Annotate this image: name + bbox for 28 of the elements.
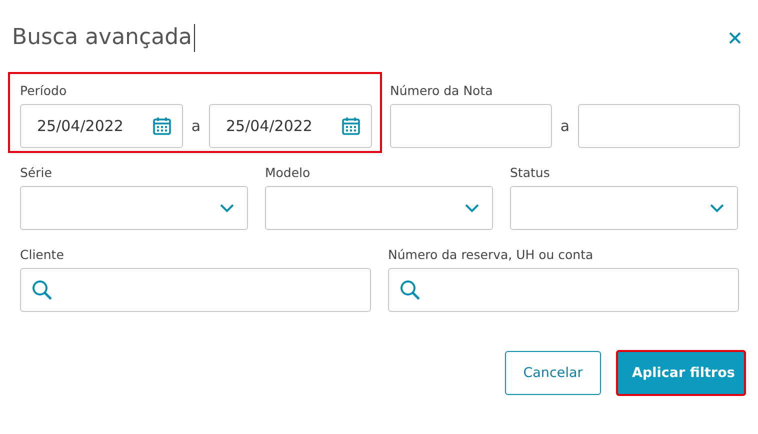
range-separator: a (190, 117, 202, 135)
input-field[interactable] (390, 104, 552, 148)
field-label: Status (510, 165, 551, 182)
input-field[interactable] (578, 104, 740, 148)
field-label: Número da Nota (390, 83, 494, 100)
field-label: Série (20, 165, 53, 182)
close-icon (728, 31, 742, 45)
calendar-icon[interactable] (341, 116, 361, 136)
calendar-icon[interactable] (152, 116, 172, 136)
date-field[interactable]: 25/04/2022 (209, 104, 372, 148)
search-field[interactable] (388, 268, 739, 312)
cancel-button[interactable]: Cancelar (505, 351, 601, 395)
chevron-down-icon (464, 203, 480, 213)
field-label: Modelo (265, 165, 312, 182)
search-icon (31, 279, 53, 301)
dropdown-field[interactable] (265, 186, 493, 230)
dialog-title: Busca avançada (12, 24, 196, 52)
search-field[interactable] (20, 268, 371, 312)
field-label: Período (20, 83, 68, 100)
date-field[interactable]: 25/04/2022 (20, 104, 183, 148)
search-icon (399, 279, 421, 301)
chevron-down-icon (709, 203, 725, 213)
dropdown-field[interactable] (510, 186, 738, 230)
field-label: Número da reserva, UH ou conta (388, 247, 594, 264)
chevron-down-icon (219, 203, 235, 213)
field-label: Cliente (20, 247, 65, 264)
dropdown-field[interactable] (20, 186, 248, 230)
range-separator: a (559, 117, 571, 135)
